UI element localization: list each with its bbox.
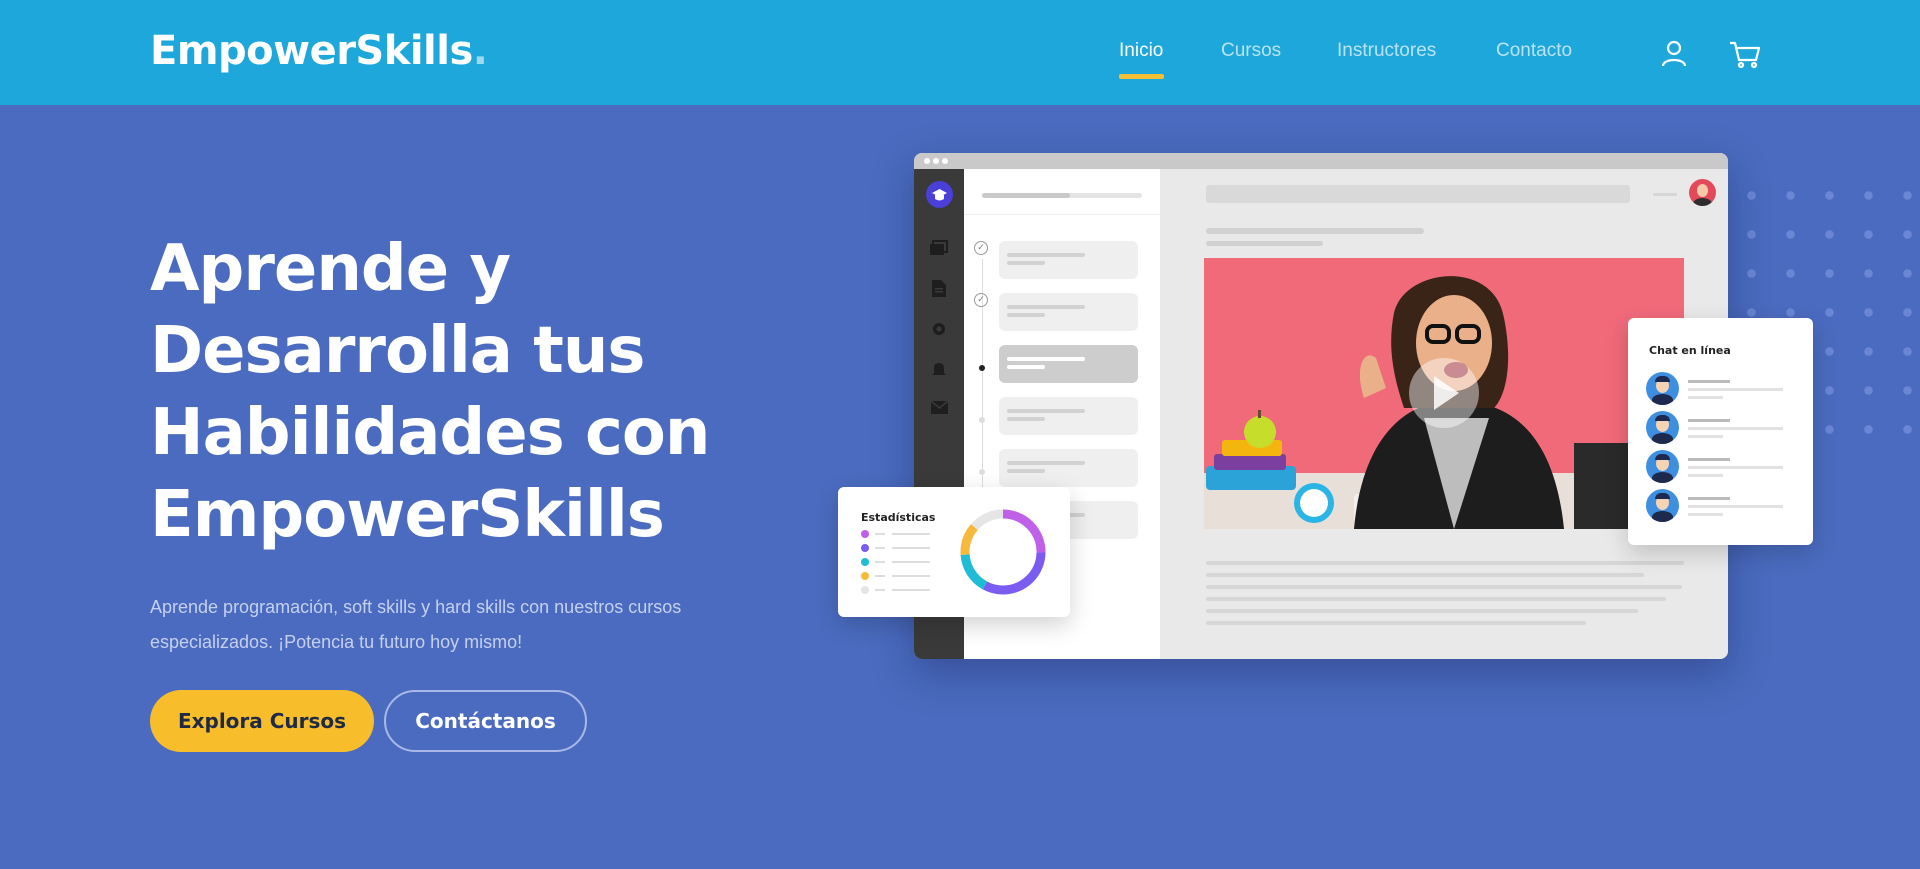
- logo-text: EmpowerSkills: [150, 28, 473, 74]
- lesson-item: [999, 241, 1138, 279]
- avatar: [1646, 411, 1679, 444]
- avatar: [1689, 179, 1716, 206]
- logo[interactable]: EmpowerSkills.: [150, 28, 488, 74]
- site-header: EmpowerSkills. Inicio Cursos Instructore…: [0, 0, 1920, 105]
- check-icon: ✓: [974, 293, 988, 307]
- hero-title: Aprende y Desarrolla tus Habilidades con…: [150, 228, 770, 556]
- cart-icon[interactable]: [1727, 36, 1763, 72]
- nav-cursos[interactable]: Cursos: [1221, 40, 1281, 62]
- hero-title-line: Desarrolla tus: [150, 314, 646, 388]
- avatar: [1646, 489, 1679, 522]
- lesson-item: [999, 293, 1138, 331]
- hero-title-line: Habilidades con: [150, 396, 710, 470]
- gear-icon: [930, 321, 948, 337]
- course-video-thumbnail[interactable]: [1204, 258, 1684, 529]
- contact-button[interactable]: Contáctanos: [384, 690, 587, 752]
- explore-courses-button[interactable]: Explora Cursos: [150, 690, 374, 752]
- nav-inicio[interactable]: Inicio: [1119, 40, 1163, 62]
- lesson-item-active: [999, 345, 1138, 383]
- logo-dot: .: [472, 28, 488, 74]
- statistics-card: Estadísticas: [838, 487, 1070, 617]
- hero-title-line: EmpowerSkills: [150, 478, 665, 552]
- chat-card-title: Chat en línea: [1649, 344, 1731, 357]
- nav-instructores[interactable]: Instructores: [1337, 40, 1436, 62]
- graduation-cap-icon: [926, 181, 953, 208]
- mail-icon: [930, 400, 948, 417]
- lesson-item: [999, 449, 1138, 487]
- statistics-card-title: Estadísticas: [861, 511, 936, 524]
- hero-subtitle: Aprende programación, soft skills y hard…: [150, 597, 682, 652]
- lesson-item: [999, 397, 1138, 435]
- gallery-icon: [930, 240, 948, 256]
- avatar: [1646, 450, 1679, 483]
- nav-contacto[interactable]: Contacto: [1496, 40, 1572, 62]
- donut-chart: [960, 509, 1046, 595]
- chat-card: Chat en línea: [1628, 318, 1813, 545]
- avatar: [1646, 372, 1679, 405]
- document-icon: [930, 280, 948, 297]
- hero-title-line: Aprende y: [150, 232, 511, 306]
- user-icon[interactable]: [1656, 36, 1692, 72]
- mockup-titlebar: [914, 153, 1728, 169]
- bell-icon: [930, 361, 948, 377]
- check-icon: ✓: [974, 241, 988, 255]
- nav-active-underline: [1119, 74, 1164, 79]
